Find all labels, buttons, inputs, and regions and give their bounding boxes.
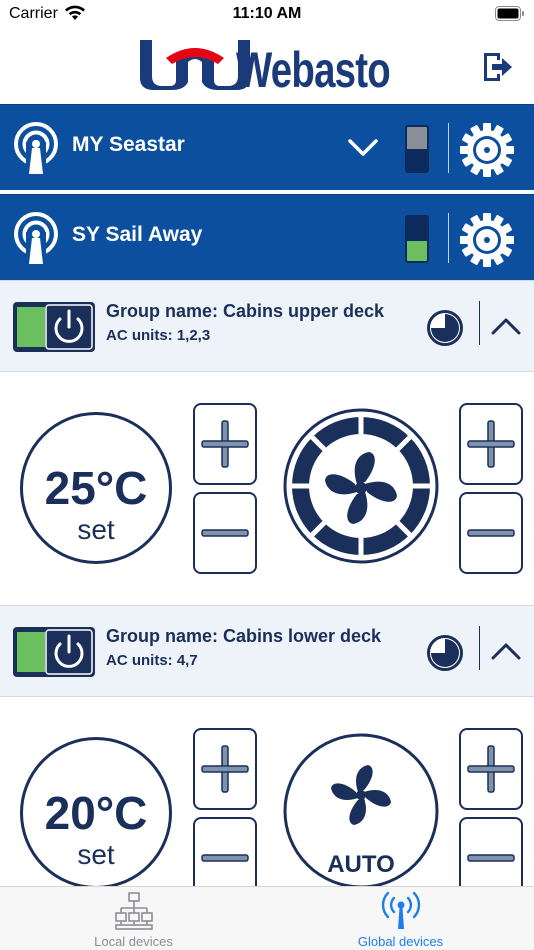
group-units: AC units: 1,2,3	[106, 327, 211, 344]
plus-icon	[467, 420, 515, 468]
temperature-dial: 20°C set	[20, 737, 172, 889]
timer-icon[interactable]	[426, 309, 464, 347]
chevron-down-icon[interactable]	[347, 135, 379, 159]
tab-label: Local devices	[94, 934, 173, 949]
fan-speed-icon	[283, 408, 439, 564]
group-title: Group name: Cabins lower deck	[106, 626, 382, 646]
power-toggle[interactable]	[12, 626, 96, 678]
chevron-up-icon[interactable]	[490, 315, 522, 337]
group-units: AC units: 4,7	[106, 652, 198, 669]
temperature-increase-button[interactable]	[193, 728, 257, 810]
divider	[448, 123, 449, 173]
fan-mode-label: AUTO	[327, 851, 395, 878]
vessel-row[interactable]: SY Sail Away	[0, 194, 534, 280]
temperature-set-label: set	[77, 839, 115, 870]
temperature-dial: 25°C set	[20, 412, 172, 564]
battery-icon	[495, 6, 524, 21]
network-icon	[115, 892, 153, 930]
status-bar: Carrier 11:10 AM	[0, 0, 534, 30]
minus-icon	[467, 529, 515, 537]
fan-speed-dial: AUTO	[283, 733, 439, 889]
logo-text: Webasto	[236, 42, 390, 92]
fan-increase-button[interactable]	[459, 728, 523, 810]
minus-icon	[201, 529, 249, 537]
vessel-row[interactable]: MY Seastar	[0, 104, 534, 190]
temperature-value: 25°C	[44, 462, 148, 514]
antenna-icon	[381, 891, 421, 929]
fan-increase-button[interactable]	[459, 403, 523, 485]
temperature-set-label: set	[77, 514, 115, 545]
tab-bar: Local devices Global devices	[0, 886, 534, 950]
gear-icon[interactable]	[458, 211, 516, 269]
temperature-decrease-button[interactable]	[193, 492, 257, 574]
clock: 11:10 AM	[232, 5, 302, 22]
timer-icon[interactable]	[426, 634, 464, 672]
connection-level-indicator	[405, 215, 429, 263]
group-title: Group name: Cabins upper deck	[106, 301, 385, 321]
plus-icon	[467, 745, 515, 793]
signal-icon	[14, 212, 58, 264]
temperature-increase-button[interactable]	[193, 403, 257, 485]
group-header[interactable]: Group name: Cabins lower deck AC units: …	[0, 605, 534, 697]
app-header: Webasto	[0, 30, 534, 104]
plus-icon	[201, 420, 249, 468]
plus-icon	[201, 745, 249, 793]
logout-icon[interactable]	[480, 50, 514, 84]
tab-global-devices[interactable]: Global devices	[267, 887, 534, 950]
divider	[479, 301, 480, 345]
vessel-name: SY Sail Away	[72, 223, 203, 246]
connection-level-indicator	[405, 125, 429, 173]
vessel-name: MY Seastar	[72, 133, 185, 156]
fan-decrease-button[interactable]	[459, 492, 523, 574]
gear-icon[interactable]	[458, 121, 516, 179]
divider	[448, 213, 449, 263]
fan-speed-dial	[283, 408, 439, 564]
divider	[479, 626, 480, 670]
power-toggle[interactable]	[12, 301, 96, 353]
tab-label: Global devices	[357, 934, 444, 949]
signal-icon	[14, 122, 58, 174]
group-header[interactable]: Group name: Cabins upper deck AC units: …	[0, 280, 534, 372]
webasto-logo: Webasto	[140, 40, 391, 92]
group-controls: 25°C set	[0, 372, 534, 605]
tab-local-devices[interactable]: Local devices	[0, 887, 267, 950]
temperature-value: 20°C	[44, 787, 148, 839]
chevron-up-icon[interactable]	[490, 640, 522, 662]
